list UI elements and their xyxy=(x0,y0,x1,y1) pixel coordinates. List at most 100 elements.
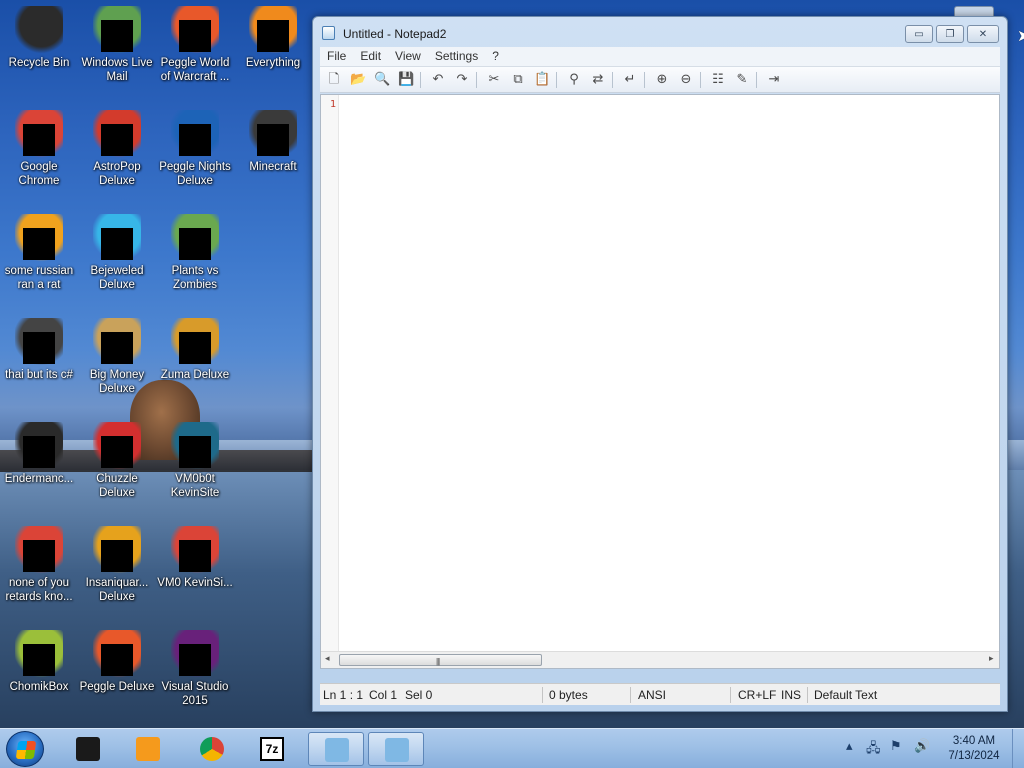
zoom-out-icon[interactable]: ⊖ xyxy=(678,72,694,88)
desktop-icon[interactable]: AstroPop Deluxe xyxy=(78,110,156,188)
menu-settings[interactable]: Settings xyxy=(428,47,485,63)
desktop-icon[interactable]: Visual Studio 2015 xyxy=(156,630,234,708)
toolbar-separator xyxy=(420,72,421,88)
taskbar-button[interactable] xyxy=(308,732,364,766)
minimize-icon: ▭ xyxy=(914,28,924,40)
action-center-icon[interactable]: ⚑ xyxy=(890,739,902,754)
mouse-cursor-icon: ➤ xyxy=(1017,28,1024,45)
desktop-icon[interactable]: Minecraft xyxy=(234,110,312,174)
desktop-icon-label: VM0b0t KevinSite xyxy=(170,473,220,499)
open-file-icon[interactable]: 📂 xyxy=(350,72,366,88)
desktop-icon[interactable]: Zuma Deluxe xyxy=(156,318,234,382)
desktop-icon[interactable]: Peggle Nights Deluxe xyxy=(156,110,234,188)
desktop-icon[interactable]: Peggle Deluxe xyxy=(78,630,156,694)
desktop-icon[interactable]: Plants vs Zombies xyxy=(156,214,234,292)
redaction-box xyxy=(23,540,55,572)
status-line-endings[interactable]: CR+LF xyxy=(738,688,776,702)
horizontal-scrollbar[interactable]: ◂ ||| ▸ xyxy=(321,651,999,668)
plants-vs-zombies-icon xyxy=(171,214,219,262)
volume-icon[interactable]: 🔊 xyxy=(914,739,930,754)
taskbar-button[interactable] xyxy=(368,732,424,766)
exit-icon[interactable]: ⇥ xyxy=(766,72,782,88)
title-bar[interactable]: Untitled - Notepad2 ▭ ❐ ✕ xyxy=(313,17,1007,47)
scroll-right-icon[interactable]: ▸ xyxy=(989,654,994,664)
cut-icon[interactable]: ✂ xyxy=(486,72,502,88)
desktop-icon[interactable]: Endermanc... xyxy=(0,422,78,486)
paste-icon[interactable]: 📋 xyxy=(534,72,550,88)
menu-file[interactable]: File xyxy=(320,47,353,63)
replace-icon[interactable]: ⇄ xyxy=(590,72,606,88)
desktop-icon[interactable]: Chuzzle Deluxe xyxy=(78,422,156,500)
undo-icon[interactable]: ↶ xyxy=(430,72,446,88)
copy-icon[interactable]: ⧉ xyxy=(510,72,526,88)
redaction-box xyxy=(101,436,133,468)
toolbar-separator xyxy=(556,72,557,88)
find-icon[interactable]: ⚲ xyxy=(566,72,582,88)
desktop-icon[interactable]: Bejeweled Deluxe xyxy=(78,214,156,292)
save-icon[interactable]: 💾 xyxy=(398,72,414,88)
desktop-icon[interactable]: Insaniquar... Deluxe xyxy=(78,526,156,604)
desktop-icon[interactable]: none of you retards kno... xyxy=(0,526,78,604)
desktop-icon-label: Peggle Deluxe xyxy=(79,681,155,693)
word-wrap-icon[interactable]: ↵ xyxy=(622,72,638,88)
zoom-in-icon[interactable]: ⊕ xyxy=(654,72,670,88)
status-separator xyxy=(730,687,731,703)
desktop-icon[interactable]: Windows Live Mail xyxy=(78,6,156,84)
desktop-icon[interactable]: VM0b0t KevinSite xyxy=(156,422,234,500)
status-separator xyxy=(807,687,808,703)
network-icon[interactable]: 🖧 xyxy=(866,739,881,761)
tray-expand-icon[interactable]: ▴ xyxy=(846,739,853,754)
editor-area[interactable]: 1 ◂ ||| ▸ xyxy=(320,94,1000,669)
show-desktop-button[interactable] xyxy=(1012,729,1024,768)
desktop-icon-label: Everything xyxy=(245,57,301,69)
vm0b0t-icon xyxy=(171,422,219,470)
toolbar-separator xyxy=(700,72,701,88)
new-file-icon[interactable]: 🗋 xyxy=(326,72,342,88)
desktop-icon[interactable]: Everything xyxy=(234,6,312,70)
clock-time: 3:40 AM xyxy=(952,735,996,747)
chrome-shortcut-icon xyxy=(15,526,63,574)
scrollbar-grip-icon: ||| xyxy=(436,657,440,666)
desktop-icon[interactable]: VM0 KevinSi... xyxy=(156,526,234,590)
windows-logo-icon xyxy=(15,741,37,759)
scroll-left-icon[interactable]: ◂ xyxy=(325,654,330,664)
menu-view[interactable]: View xyxy=(388,47,428,63)
line-number: 1 xyxy=(330,99,337,110)
desktop-icon[interactable]: thai but its c# xyxy=(0,318,78,382)
taskbar-button[interactable] xyxy=(184,732,240,766)
start-button[interactable] xyxy=(6,731,44,767)
scrollbar-thumb[interactable]: ||| xyxy=(339,654,542,666)
desktop-icon[interactable]: Recycle Bin xyxy=(0,6,78,70)
menu-edit[interactable]: Edit xyxy=(353,47,388,63)
desktop-icon-label: some russian ran a rat xyxy=(4,265,74,291)
scheme-icon[interactable]: ☷ xyxy=(710,72,726,88)
clock[interactable]: 3:40 AM 7/13/2024 xyxy=(938,734,1010,764)
desktop-icon[interactable]: Peggle World of Warcraft ... xyxy=(156,6,234,84)
customize-scheme-icon[interactable]: ✎ xyxy=(734,72,750,88)
taskbar-button[interactable]: 7z xyxy=(244,732,300,766)
taskbar-button[interactable] xyxy=(60,732,116,766)
close-button[interactable]: ✕ xyxy=(967,25,999,43)
maximize-button[interactable]: ❐ xyxy=(936,25,964,43)
redaction-box xyxy=(179,436,211,468)
redaction-box xyxy=(101,228,133,260)
status-insert-mode[interactable]: INS xyxy=(781,688,801,702)
notepad2-app-icon[interactable] xyxy=(322,26,335,40)
taskbar-button[interactable] xyxy=(120,732,176,766)
browse-icon[interactable]: 🔍 xyxy=(374,72,390,88)
minimize-button[interactable]: ▭ xyxy=(905,25,933,43)
desktop-icon[interactable]: Google Chrome xyxy=(0,110,78,188)
status-file-size: 0 bytes xyxy=(549,688,588,702)
desktop-icon[interactable]: Big Money Deluxe xyxy=(78,318,156,396)
status-encoding[interactable]: ANSI xyxy=(638,688,666,702)
redaction-box xyxy=(23,644,55,676)
desktop-icon[interactable]: some russian ran a rat xyxy=(0,214,78,292)
desktop-icon[interactable]: ChomikBox xyxy=(0,630,78,694)
desktop-icon-label: Minecraft xyxy=(249,161,297,173)
redo-icon[interactable]: ↷ xyxy=(454,72,470,88)
redaction-box xyxy=(179,332,211,364)
menu-help[interactable]: ? xyxy=(485,47,506,63)
taskbar-notepad2-icon-2 xyxy=(385,738,409,762)
desktop-icon-label: none of you retards kno... xyxy=(5,577,73,603)
status-scheme[interactable]: Default Text xyxy=(814,688,877,702)
